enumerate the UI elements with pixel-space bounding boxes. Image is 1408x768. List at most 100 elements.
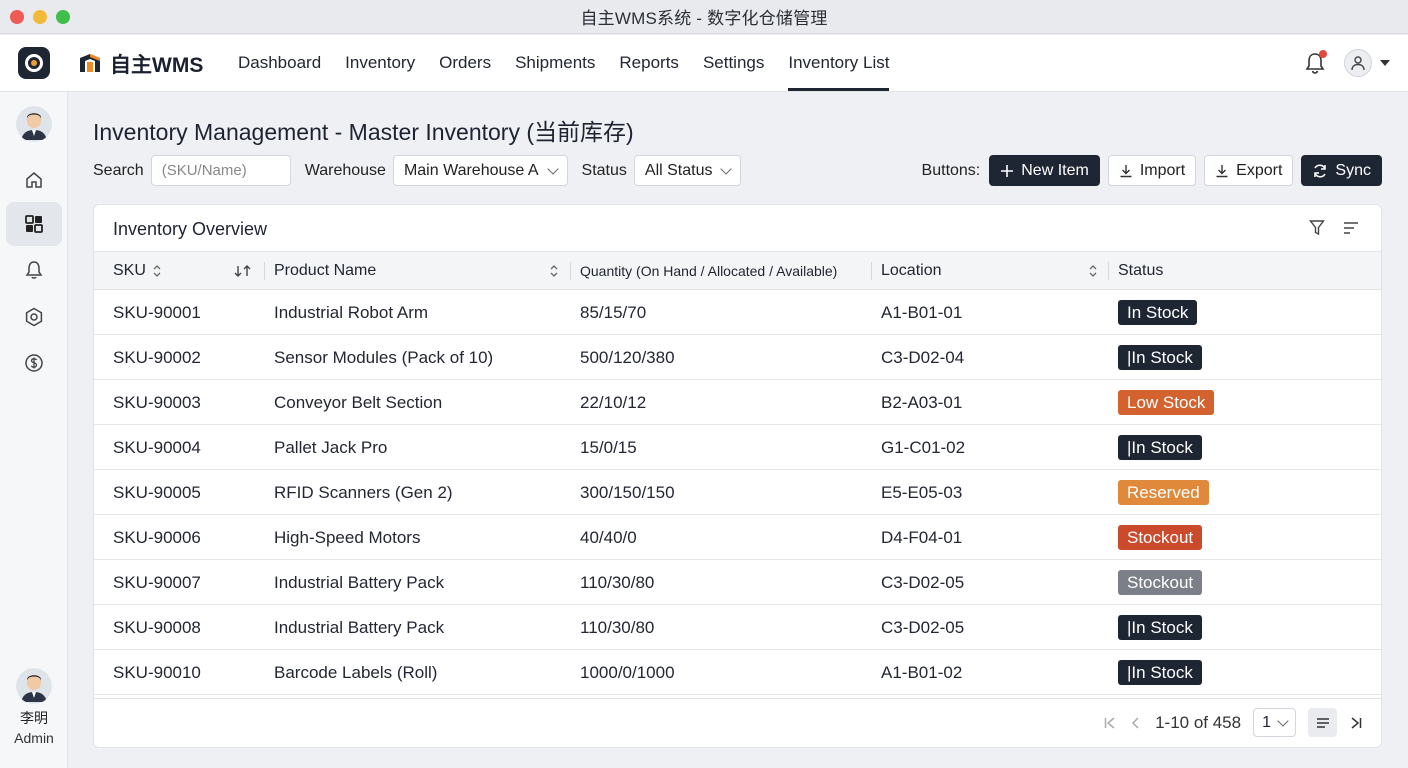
new-item-label: New Item (1021, 161, 1089, 179)
nav-link-reports[interactable]: Reports (619, 35, 679, 91)
product-name-cell: RFID Scanners (Gen 2) (274, 482, 453, 502)
nav-link-shipments[interactable]: Shipments (515, 35, 595, 91)
location-cell: C3-D02-05 (881, 572, 965, 592)
table-row[interactable]: SKU-90005 RFID Scanners (Gen 2) 300/150/15… (94, 470, 1381, 515)
sidebar-item-dashboard[interactable] (6, 202, 62, 246)
minimize-window-button[interactable] (33, 10, 47, 24)
table-row[interactable]: SKU-90007 Industrial Battery Pack 110/30/8… (94, 560, 1381, 605)
column-header-quantity[interactable]: Quantity (On Hand / Allocated / Availabl… (580, 252, 837, 290)
table-row[interactable]: SKU-90003 Conveyor Belt Section 22/10/12 B2… (94, 380, 1381, 425)
nav-link-settings[interactable]: Settings (703, 35, 764, 91)
brand[interactable]: 自主WMS (78, 49, 203, 79)
sync-button[interactable]: Sync (1301, 155, 1382, 186)
close-window-button[interactable] (10, 10, 24, 24)
sort-icon[interactable] (151, 264, 163, 278)
search-placeholder: (SKU/Name) (161, 162, 247, 179)
brand-name: 自主WMS (110, 54, 204, 77)
location-cell: A1-B01-01 (881, 302, 963, 322)
product-name-cell: Industrial Battery Pack (274, 572, 445, 592)
table-row[interactable]: SKU-90010 Barcode Labels (Roll) 1000/0/100… (94, 650, 1381, 695)
status-filter-label: Status (581, 161, 627, 179)
sku-cell: SKU-90006 (113, 527, 201, 547)
last-page-icon[interactable] (1349, 716, 1363, 730)
location-cell: G1-C01-02 (881, 437, 966, 457)
previous-page-icon[interactable] (1129, 716, 1143, 730)
list-lines-icon (1316, 717, 1329, 728)
product-name-cell: High-Speed Motors (274, 527, 421, 547)
quantity-cell: 110/30/80 (580, 617, 655, 637)
nav-link-orders[interactable]: Orders (439, 35, 491, 91)
sidebar-item-notifications[interactable] (6, 248, 62, 292)
sort-direction-icon[interactable] (233, 264, 253, 278)
status-cell: Stockout (1118, 515, 1203, 560)
sort-lines-icon[interactable] (1343, 219, 1359, 237)
product-name-cell: Industrial Battery Pack (274, 617, 445, 637)
export-button[interactable]: Export (1204, 155, 1294, 186)
status-select[interactable]: All Status (633, 155, 742, 186)
column-separator (264, 262, 265, 280)
sort-icon[interactable] (1087, 264, 1099, 278)
window-title: 自主WMS系统 - 数字化仓储管理 (580, 9, 828, 28)
user-role: Admin (14, 730, 54, 746)
page-number: 1 (1262, 713, 1271, 731)
pagination-bar: 1-10 of 458 1 (94, 698, 1381, 747)
refresh-icon (1314, 163, 1327, 178)
page-select[interactable]: 1 (1253, 708, 1296, 737)
dollar-icon (25, 354, 43, 372)
table-row[interactable]: SKU-90001 Industrial Robot Arm 85/15/70 A1-… (94, 290, 1381, 335)
filter-icon[interactable] (1309, 219, 1325, 237)
sidebar: 李明 Admin (0, 92, 68, 768)
table-row[interactable]: SKU-90002 Sensor Modules (Pack of 10) 500/… (94, 335, 1381, 380)
new-item-button[interactable]: New Item (989, 155, 1100, 186)
table-row[interactable]: SKU-90008 Industrial Battery Pack 110/30/8… (94, 605, 1381, 650)
product-name-cell: Sensor Modules (Pack of 10) (274, 347, 494, 367)
status-badge: Stockout (1118, 570, 1203, 595)
search-label: Search (93, 161, 144, 179)
top-navigation: 自主WMS Dashboard Inventory Orders Shipments R… (0, 35, 1408, 92)
product-name-cell: Conveyor Belt Section (274, 392, 443, 412)
status-filter-value: All Status (644, 161, 713, 179)
plus-icon (1001, 164, 1014, 177)
location-cell: A1-B01-02 (881, 662, 963, 682)
warehouse-label: Warehouse (304, 161, 386, 179)
home-icon (26, 172, 42, 188)
nav-link-inventory[interactable]: Inventory (345, 35, 415, 91)
notification-dot (1319, 50, 1327, 58)
column-separator (1108, 262, 1109, 280)
import-label: Import (1139, 161, 1186, 179)
page-size-button[interactable] (1308, 708, 1337, 737)
sort-icon[interactable] (548, 264, 560, 278)
sku-cell: SKU-90005 (113, 482, 201, 502)
column-header-location[interactable]: Location (881, 252, 942, 290)
sidebar-user[interactable]: 李明 Admin (0, 668, 68, 746)
sidebar-item-finance[interactable] (6, 341, 62, 385)
search-input[interactable]: (SKU/Name) (150, 155, 291, 186)
brand-logo-icon (80, 54, 100, 72)
quantity-cell: 15/0/15 (580, 437, 637, 457)
status-badge: |In Stock (1118, 435, 1202, 460)
column-header-sku[interactable]: SKU (113, 252, 146, 290)
table-row[interactable]: SKU-90004 Pallet Jack Pro 15/0/15 G1-C01-02… (94, 425, 1381, 470)
first-page-icon[interactable] (1103, 716, 1117, 730)
import-button[interactable]: Import (1107, 155, 1197, 186)
sidebar-item-settings[interactable] (6, 295, 62, 339)
nav-link-dashboard[interactable]: Dashboard (238, 35, 321, 91)
download-icon (1216, 164, 1228, 177)
status-badge: Reserved (1118, 480, 1209, 505)
table-row[interactable]: SKU-90006 High-Speed Motors 40/40/0 D4-F04-… (94, 515, 1381, 560)
sync-label: Sync (1335, 161, 1371, 179)
user-menu[interactable] (1344, 49, 1390, 77)
column-header-status[interactable]: Status (1118, 252, 1163, 290)
status-cell: |In Stock (1118, 335, 1202, 380)
zoom-window-button[interactable] (56, 10, 70, 24)
sidebar-avatar[interactable] (16, 106, 52, 142)
column-header-product-name[interactable]: Product Name (274, 252, 376, 290)
pagination: 1-10 of 458 1 (1103, 708, 1363, 737)
app-icon[interactable] (18, 47, 50, 79)
quantity-cell: 40/40/0 (580, 527, 637, 547)
nav-link-inventory-list[interactable]: Inventory List (788, 35, 890, 91)
warehouse-select[interactable]: Main Warehouse A (392, 155, 568, 186)
quantity-cell: 1000/0/1000 (580, 662, 675, 682)
sidebar-item-home[interactable] (6, 158, 62, 202)
actions-label: Buttons: (921, 161, 981, 179)
